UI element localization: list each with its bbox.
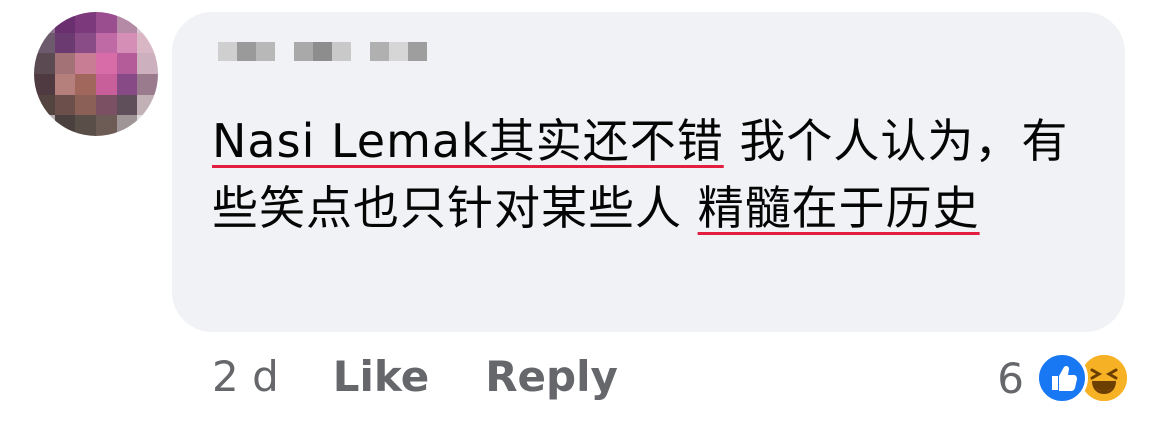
comment-timestamp[interactable]: 2 d — [212, 352, 279, 401]
commenter-name-redacted[interactable] — [218, 42, 427, 61]
comment-bubble: Nasi Lemak其实还不错 我个人认为，有些笑点也只针对某些人 精髓在于历史 — [172, 12, 1125, 332]
reaction-count: 6 — [997, 353, 1024, 403]
thumbs-up-reaction-icon — [1036, 352, 1088, 404]
like-button[interactable]: Like — [333, 352, 429, 401]
comment-text: Nasi Lemak其实还不错 我个人认为，有些笑点也只针对某些人 精髓在于历史 — [212, 108, 1092, 242]
avatar[interactable] — [34, 12, 158, 136]
reaction-summary[interactable]: 6 — [997, 352, 1130, 404]
comment-actions: 2 d Like Reply — [212, 352, 674, 401]
comment-text-part: Nasi Lemak其实还不错 — [212, 114, 724, 168]
comment-text-part: 精髓在于历史 — [697, 181, 980, 235]
reply-button[interactable]: Reply — [485, 352, 618, 401]
